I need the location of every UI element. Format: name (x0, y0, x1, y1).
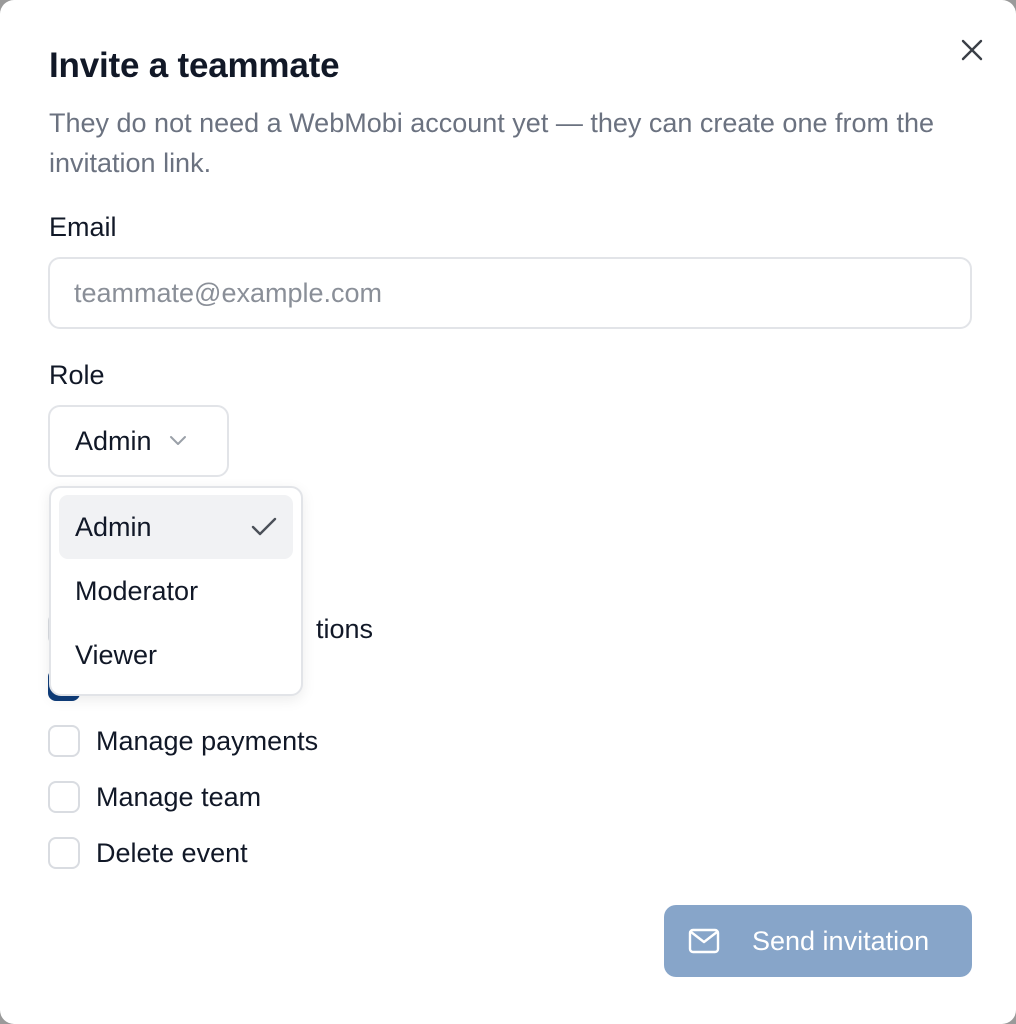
check-icon (251, 517, 277, 536)
role-select[interactable]: Admin (48, 405, 229, 477)
send-invitation-button[interactable]: Send invitation (664, 905, 972, 977)
close-icon (961, 39, 983, 61)
invite-dialog: Invite a teammate They do not need a Web… (0, 0, 1016, 1024)
permission-label: tions (316, 613, 374, 644)
email-label: Email (49, 212, 117, 242)
permission-checkbox[interactable] (48, 837, 80, 869)
permission-checkbox[interactable] (48, 725, 80, 757)
role-option-moderator[interactable]: Moderator (59, 559, 293, 623)
email-input[interactable] (48, 257, 972, 329)
role-option-viewer[interactable]: Viewer (59, 623, 293, 687)
permission-label: Manage team (96, 781, 262, 812)
chevron-down-icon (168, 435, 188, 447)
mail-icon (688, 928, 720, 954)
permission-item: Manage payments (48, 724, 318, 758)
permission-checkbox[interactable] (48, 781, 80, 813)
role-select-value: Admin (75, 425, 152, 456)
role-label: Role (49, 360, 105, 390)
role-option-label: Viewer (75, 639, 158, 670)
role-option-label: Admin (75, 511, 152, 542)
permission-item: Manage team (48, 780, 261, 814)
role-dropdown-menu: Admin Moderator Viewer (49, 486, 303, 696)
role-option-label: Moderator (75, 575, 199, 606)
send-invitation-label: Send invitation (752, 925, 930, 956)
dialog-subtitle: They do not need a WebMobi account yet —… (49, 108, 935, 178)
close-button[interactable] (954, 32, 990, 68)
permission-label: Delete event (96, 837, 248, 868)
permission-label: Manage payments (96, 725, 319, 756)
permission-item: Delete event (48, 836, 248, 870)
role-option-admin[interactable]: Admin (59, 495, 293, 559)
dialog-title: Invite a teammate (49, 46, 340, 85)
